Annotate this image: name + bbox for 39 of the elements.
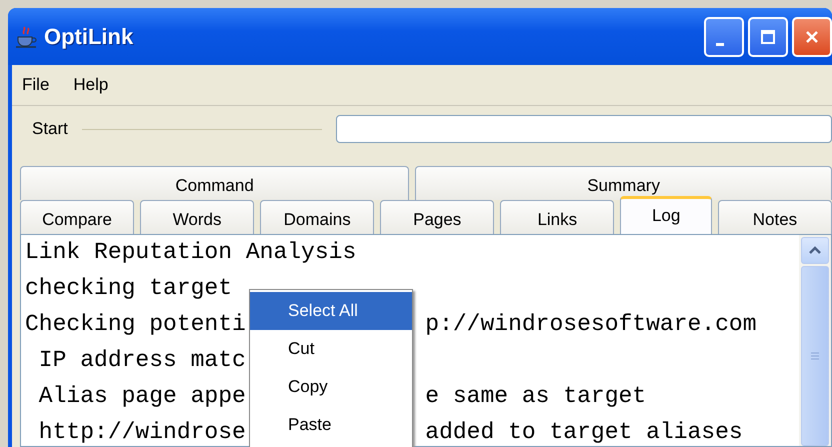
up-chevron-icon [808,245,822,256]
maximize-button[interactable] [748,16,788,56]
log-line: added to target aliases [425,419,743,447]
start-field[interactable] [336,115,832,143]
tab[interactable]: Domains [260,200,374,234]
log-line: p://windrosesoftware.com [425,311,757,339]
close-button[interactable] [792,16,832,56]
menu-item[interactable]: File [22,75,50,95]
vertical-scrollbar[interactable] [799,235,831,446]
log-line: Link Reputation Analysis [25,239,356,267]
log-text-area[interactable]: Link Reputation Analysis checking target Checking potenti p://windrosesoftware.com IP address matc Alias page appe e same as target http://windrose added to target aliases Select All Cut Copy Paste [20,234,832,447]
tab[interactable]: Links [500,200,614,234]
log-line: e same as target [425,383,646,411]
tab[interactable]: Summary [415,166,832,200]
window-title: OptiLink [44,24,134,50]
tab[interactable]: Notes [718,200,832,234]
context-menu-item[interactable]: Paste [250,406,412,444]
tab[interactable]: Compare [20,200,134,234]
tab[interactable]: Command [20,166,410,200]
log-line: http://windrose [38,419,246,447]
context-menu-item[interactable]: Copy [250,368,412,406]
log-line: Alias page appe [38,383,246,411]
start-label: Start [32,119,68,139]
log-line: Checking potenti [25,311,246,339]
scrollbar-thumb[interactable] [801,266,829,446]
context-menu-item[interactable]: Cut [250,330,412,368]
tab[interactable]: Pages [380,200,494,234]
minimize-icon [716,43,724,46]
menu-item[interactable]: Help [73,75,108,95]
tab[interactable]: Words [140,200,254,234]
scroll-up-button[interactable] [801,237,829,264]
close-icon [804,28,820,44]
context-menu-item[interactable]: Select All [250,292,412,330]
tab[interactable]: Log [620,196,712,234]
maximize-icon [760,28,776,44]
coffee-cup-icon [14,24,38,48]
minimize-button[interactable] [704,16,744,56]
log-line: IP address matc [38,347,246,375]
log-line: checking target [25,275,232,303]
